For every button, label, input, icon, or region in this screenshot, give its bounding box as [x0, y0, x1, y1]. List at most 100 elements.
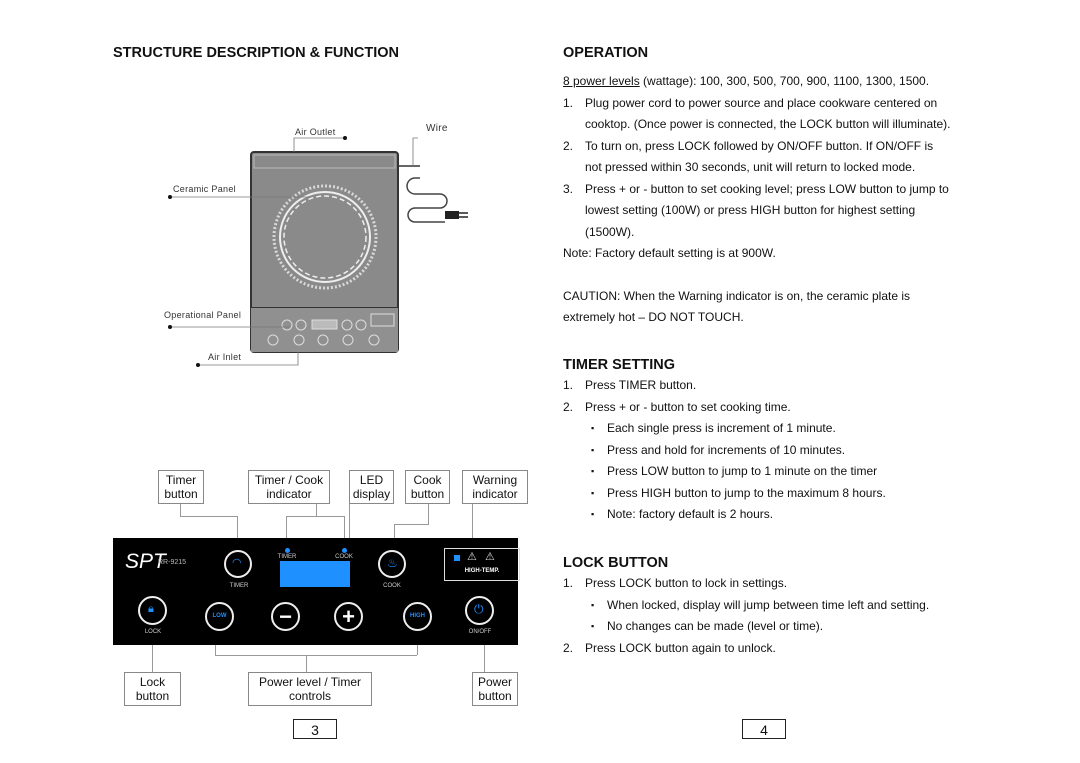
lock-button-section: LOCK BUTTON 1. Press LOCK button to lock…	[563, 555, 983, 659]
cooktop-illustration	[168, 136, 468, 367]
callout-line: Cook	[413, 473, 442, 487]
page-number-4: 4	[742, 719, 786, 739]
step-number: 2.	[563, 138, 574, 153]
timer-bullet: ▪ Press HIGH button to jump to the maximu…	[563, 483, 983, 505]
timer-bullet: ▪ Each single press is increment of 1 min…	[563, 418, 983, 440]
bullet-text: Note: factory default is 2 hours.	[607, 507, 774, 521]
callout-timer-button: Timer button	[158, 470, 204, 504]
step-text: Press LOCK button again to unlock.	[585, 640, 776, 655]
callout-line: Lock	[139, 675, 166, 689]
callout-line: Timer / Cook	[254, 473, 324, 487]
callout-led-display: LED display	[349, 470, 394, 504]
bullet-text: Press LOW button to jump to 1 minute on …	[607, 464, 878, 478]
lock-icon: 🔒︎	[148, 603, 154, 615]
timer-bullet: ▪ Note: factory default is 2 hours.	[563, 504, 983, 526]
connector-line	[215, 645, 216, 655]
led-display	[280, 561, 350, 587]
connector-line	[394, 524, 395, 538]
callout-line: controls	[288, 689, 332, 703]
timer-bullet: ▪ Press LOW button to jump to 1 minute on…	[563, 461, 983, 483]
callout-line: Timer	[165, 473, 197, 487]
callout-line: indicator	[472, 487, 518, 501]
control-panel: SPT RR-9215 ◠ TIMER TIMER COOK ♨ COOK ⚠ …	[113, 538, 520, 645]
timer-bullet: ▪ Press and hold for increments of 10 min…	[563, 440, 983, 462]
power-button-label: ON/OFF	[468, 629, 492, 635]
operation-step-3: 3. Press + or - button to set cooking le…	[563, 179, 983, 244]
caution-text: CAUTION: When the Warning indicator is o…	[563, 286, 983, 329]
timer-button[interactable]: ◠	[224, 550, 252, 578]
plus-button[interactable]: +	[334, 602, 363, 631]
bullet-icon: ▪	[591, 599, 595, 610]
connector-line	[215, 655, 417, 656]
step-number: 1.	[563, 95, 574, 110]
section-heading-timer-setting: TIMER SETTING	[563, 357, 675, 373]
cook-button-label: COOK	[383, 583, 401, 589]
high-label: HIGH	[410, 613, 425, 619]
callout-line: button	[410, 487, 445, 501]
step-text: Press + or - button to set cooking time.	[585, 399, 791, 414]
model-number: RR-9215	[158, 559, 187, 566]
section-heading-operation: OPERATION	[563, 45, 649, 61]
cook-button[interactable]: ♨	[378, 550, 406, 578]
timer-setting-section: TIMER SETTING 1. Press TIMER button. 2. …	[563, 357, 983, 526]
callout-power-timer-controls: Power level / Timer controls	[248, 672, 372, 706]
minus-button[interactable]: −	[271, 602, 300, 631]
connector-line	[394, 524, 429, 525]
callout-warning-indicator: Warning indicator	[462, 470, 528, 504]
callout-line: button	[164, 487, 198, 501]
label-ceramic-panel: Ceramic Panel	[173, 184, 236, 194]
callout-line: indicator	[266, 487, 312, 501]
callout-line: button	[135, 689, 170, 703]
warning-text: HIGH-TEMP.	[464, 568, 500, 574]
lock-bullet: ▪ No changes can be made (level or time).	[563, 616, 983, 638]
connector-line	[286, 516, 344, 517]
timer-indicator-dot	[285, 548, 290, 553]
timer-button-label: TIMER	[229, 583, 249, 589]
plus-icon: +	[342, 604, 355, 629]
step-number: 3.	[563, 181, 574, 196]
label-air-inlet: Air Inlet	[208, 352, 242, 362]
bullet-icon: ▪	[591, 444, 595, 455]
lock-step-2: 2. Press LOCK button again to unlock.	[563, 638, 983, 660]
warning-light	[454, 555, 460, 561]
bullet-text: Press and hold for increments of 10 minu…	[607, 442, 846, 457]
callout-power-button: Power button	[472, 672, 518, 706]
lock-bullet: ▪ When locked, display will jump between …	[563, 595, 983, 617]
power-icon: ⏻	[474, 602, 484, 616]
hot-surface-warning-icon: ⚠	[467, 551, 477, 563]
callout-line: LED	[359, 473, 384, 487]
label-wire: Wire	[426, 123, 448, 134]
bullet-icon: ▪	[591, 621, 595, 631]
step-text: cooktop. (Once power is connected, the L…	[585, 117, 951, 131]
connector-line	[180, 516, 237, 517]
connector-line	[417, 645, 418, 655]
cook-indicator-dot	[342, 548, 347, 553]
bullet-text: No changes can be made (level or time).	[607, 619, 824, 633]
minus-icon: −	[279, 604, 292, 629]
timer-gauge-icon: ◠	[232, 557, 242, 569]
low-button[interactable]: LOW	[205, 602, 234, 631]
low-label: LOW	[212, 613, 227, 619]
timer-step-1: 1. Press TIMER button.	[563, 375, 983, 397]
page-number-3: 3	[293, 719, 337, 739]
flame-icon: ♨	[387, 556, 398, 570]
callout-line: Warning	[472, 473, 518, 487]
operation-section: OPERATION 8 power levels (wattage): 100,…	[563, 45, 983, 329]
timer-indicator-label: TIMER	[277, 554, 297, 560]
operation-step-1: 1. Plug power cord to power source and p…	[563, 93, 983, 136]
callout-line: Power level / Timer	[258, 675, 362, 689]
lock-button[interactable]: 🔒︎	[138, 596, 167, 625]
section-heading-structure: STRUCTURE DESCRIPTION & FUNCTION	[113, 45, 399, 61]
connector-line	[180, 504, 181, 516]
power-button[interactable]: ⏻	[465, 596, 494, 625]
bullet-icon: ▪	[591, 509, 595, 519]
step-text: Press LOCK button to lock in settings.	[585, 576, 788, 590]
high-button[interactable]: HIGH	[403, 602, 432, 631]
step-text: not pressed within 30 seconds, unit will…	[585, 160, 916, 174]
step-text: (1500W).	[585, 224, 635, 239]
cook-indicator-label: COOK	[335, 554, 353, 560]
callout-line: display	[352, 487, 391, 501]
bullet-text: When locked, display will jump between t…	[607, 597, 930, 612]
caution-line: extremely hot – DO NOT TOUCH.	[563, 310, 744, 324]
caution-line: CAUTION: When the Warning indicator is o…	[563, 288, 911, 303]
